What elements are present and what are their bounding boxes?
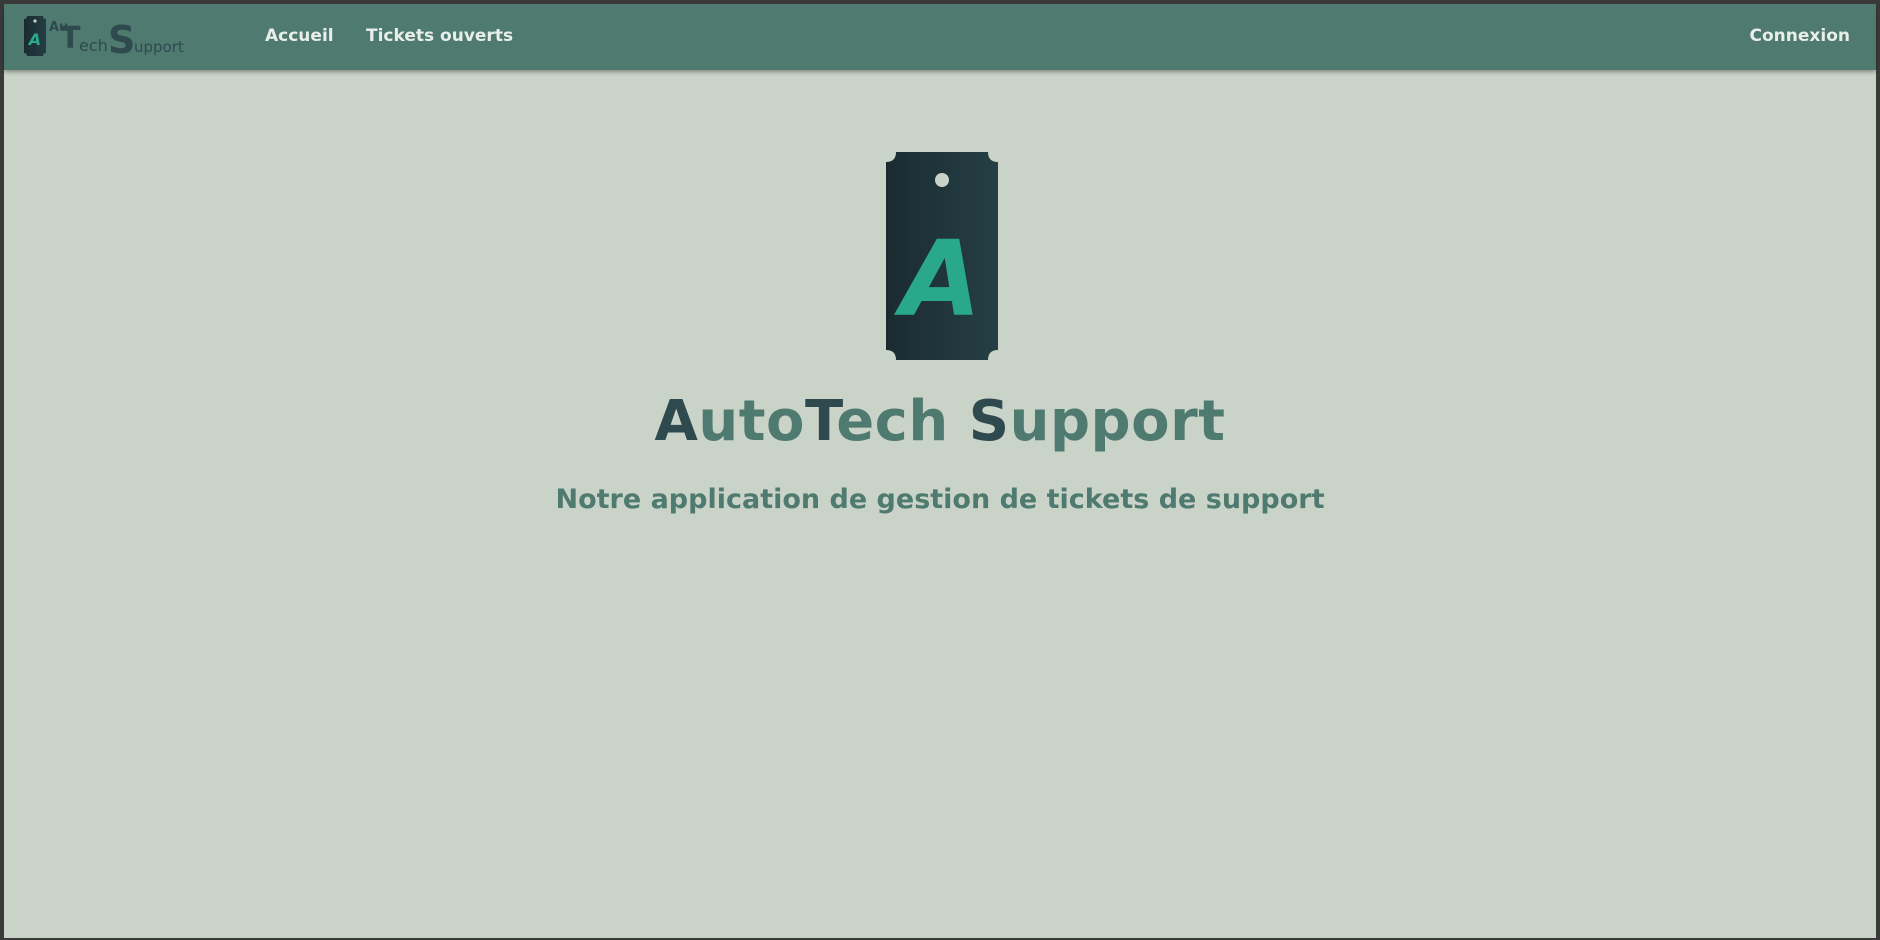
brand-text-s: S bbox=[108, 18, 136, 62]
nav-link-tickets-ouverts[interactable]: Tickets ouverts bbox=[366, 26, 513, 46]
hero-title: AutoTech Support bbox=[4, 389, 1876, 454]
ticket-tag-icon: A bbox=[24, 16, 46, 56]
page-frame: A Au T ech S upport Accueil Tickets ouve… bbox=[4, 4, 1876, 938]
navbar: A Au T ech S upport Accueil Tickets ouve… bbox=[4, 4, 1876, 70]
hero-title-s: S bbox=[968, 389, 1010, 454]
hero-title-t: T bbox=[804, 389, 837, 454]
ticket-tag-icon: A bbox=[886, 152, 998, 360]
brand-text-ech: ech bbox=[79, 36, 108, 55]
brand-logo-link[interactable]: A Au T ech S upport bbox=[24, 16, 194, 62]
hero-title-ech: ech bbox=[836, 389, 969, 454]
brand-logo-letter: A bbox=[27, 30, 41, 49]
brand-text-upport: upport bbox=[134, 38, 184, 56]
brand-text-t: T bbox=[60, 21, 81, 56]
hero-subtitle: Notre application de gestion de tickets … bbox=[555, 484, 1325, 515]
hero-title-a: A bbox=[654, 389, 699, 454]
login-link[interactable]: Connexion bbox=[1750, 26, 1850, 46]
nav-link-accueil[interactable]: Accueil bbox=[265, 26, 334, 46]
hero-title-upport: upport bbox=[1009, 389, 1226, 454]
hero-title-uto: uto bbox=[698, 389, 805, 454]
hero-logo-letter: A bbox=[894, 218, 982, 340]
